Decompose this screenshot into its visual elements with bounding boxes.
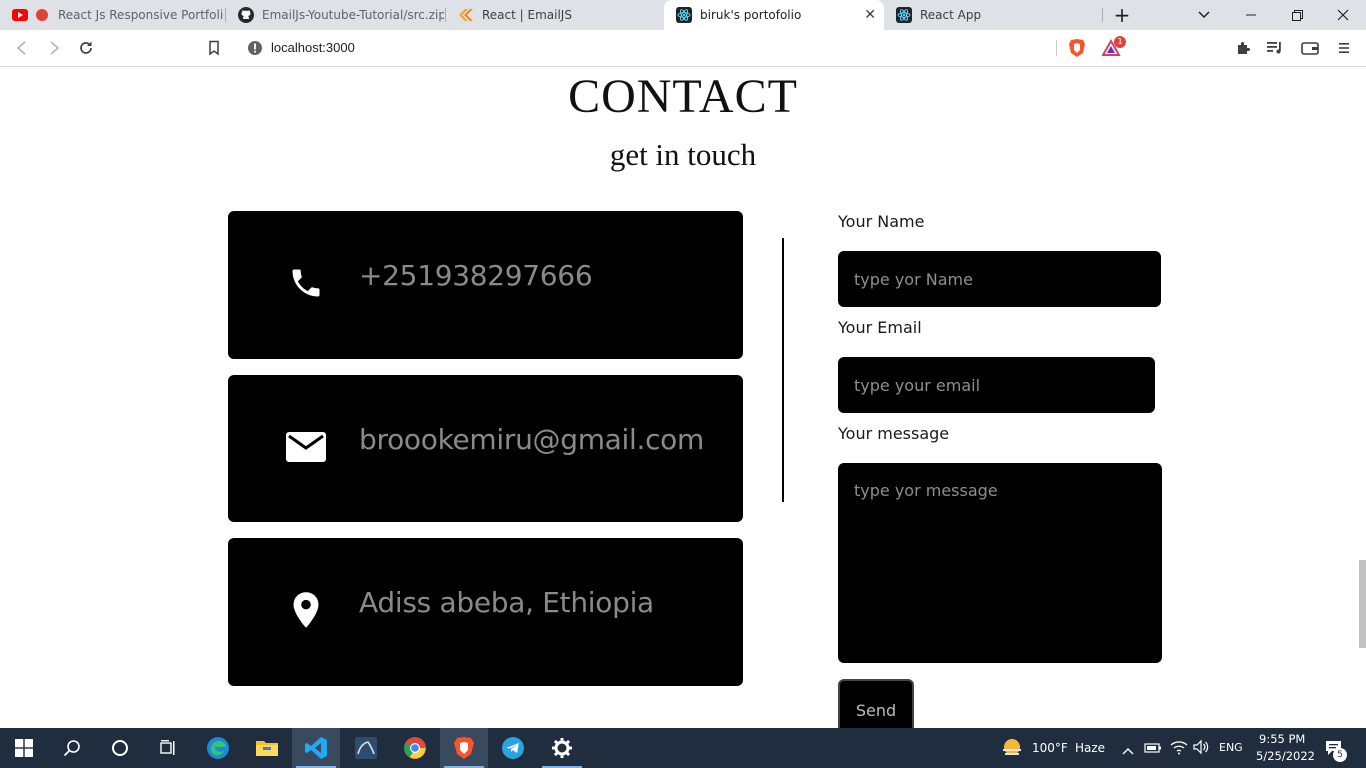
tab-react-portfolio[interactable]: React Js Responsive Portfolio w <box>0 0 224 30</box>
clock-time[interactable]: 9:55 PM <box>1259 732 1305 746</box>
brave-shields-icon[interactable] <box>1068 38 1086 62</box>
file-explorer-taskbar-icon[interactable] <box>243 728 291 768</box>
github-icon <box>238 7 254 23</box>
bookmark-button[interactable] <box>202 36 226 60</box>
edge-taskbar-icon[interactable] <box>194 728 242 768</box>
chevron-up-icon[interactable] <box>1122 741 1134 760</box>
new-tab-button[interactable]: + <box>1108 3 1136 27</box>
search-button[interactable] <box>48 728 96 768</box>
browser-menu-button[interactable] <box>1332 36 1356 60</box>
vertical-divider <box>782 238 784 502</box>
address-bar[interactable]: localhost:3000 1 <box>236 34 1132 62</box>
email-card: broookemiru@gmail.com <box>228 375 743 522</box>
reload-button[interactable] <box>74 36 98 60</box>
hamburger-menu-icon <box>1339 43 1349 53</box>
clock-date[interactable]: 5/25/2022 <box>1256 749 1315 763</box>
site-info-icon[interactable] <box>247 40 263 60</box>
minimize-button[interactable] <box>1228 0 1274 30</box>
playlist-icon <box>1267 42 1281 54</box>
forward-arrow-icon <box>50 41 60 55</box>
tab-github-emailjs[interactable]: EmailJs-Youtube-Tutorial/src.zip at <box>226 0 444 30</box>
extensions-button[interactable] <box>1232 36 1256 60</box>
search-icon <box>63 740 80 757</box>
task-view-icon <box>160 740 175 755</box>
task-view-button[interactable] <box>144 728 192 768</box>
youtube-icon <box>12 7 28 23</box>
windows-logo-icon <box>15 739 33 757</box>
react-icon <box>896 7 912 23</box>
name-input[interactable] <box>838 251 1161 307</box>
input-language[interactable]: ENG <box>1219 741 1243 754</box>
tab-separator <box>1102 8 1103 22</box>
gear-icon <box>552 738 572 758</box>
tab-title: React Js Responsive Portfolio w <box>58 8 224 22</box>
phone-number[interactable]: +251938297666 <box>359 259 593 292</box>
page-viewport: CONTACT get in touch +251938297666 brooo… <box>0 67 1366 728</box>
tab-biruks-portfolio[interactable]: biruk's portofolio ✕ <box>664 0 884 30</box>
wifi-icon[interactable] <box>1170 739 1188 759</box>
browser-tab-strip: React Js Responsive Portfolio w EmailJs-… <box>0 0 1366 30</box>
weather-temperature[interactable]: 100°F <box>1032 741 1068 755</box>
battery-icon[interactable] <box>1144 740 1162 759</box>
wallet-icon <box>1301 42 1319 55</box>
react-icon <box>676 7 692 23</box>
tab-react-app[interactable]: React App <box>884 0 1102 30</box>
notification-count-badge: 5 <box>1333 748 1347 762</box>
cortana-circle-icon <box>112 740 128 756</box>
contact-subtitle: get in touch <box>609 137 757 172</box>
chrome-taskbar-icon[interactable] <box>391 728 439 768</box>
reload-icon <box>80 41 92 54</box>
message-label: Your message <box>838 424 950 443</box>
mysql-workbench-taskbar-icon[interactable] <box>342 728 390 768</box>
tab-title: biruk's portofolio <box>700 8 802 22</box>
start-button[interactable] <box>0 728 48 768</box>
settings-taskbar-icon[interactable] <box>538 728 586 768</box>
back-button[interactable] <box>10 36 34 60</box>
tab-title: React | EmailJS <box>482 8 572 22</box>
puzzle-icon <box>1238 42 1250 54</box>
media-controls-button[interactable] <box>1263 36 1287 60</box>
name-label: Your Name <box>838 212 925 231</box>
email-address[interactable]: broookemiru@gmail.com <box>359 423 704 456</box>
rewards-badge: 1 <box>1114 36 1126 48</box>
location-text: Adiss abeba, Ethiopia <box>359 586 654 619</box>
close-tab-icon[interactable]: ✕ <box>864 7 876 23</box>
mail-icon <box>286 427 326 467</box>
weather-description[interactable]: Haze <box>1075 741 1105 755</box>
location-card: Adiss abeba, Ethiopia <box>228 538 743 686</box>
phone-icon <box>286 263 326 303</box>
volume-icon[interactable] <box>1192 739 1210 759</box>
windows-taskbar: 100°F Haze ENG 9:55 PM 5/25/2022 5 <box>0 728 1366 768</box>
restore-button[interactable] <box>1274 0 1320 30</box>
back-arrow-icon <box>16 41 26 55</box>
telegram-taskbar-icon[interactable] <box>489 728 537 768</box>
cortana-button[interactable] <box>96 728 144 768</box>
contact-title: CONTACT <box>568 70 798 123</box>
chevron-down-icon <box>1198 11 1210 19</box>
message-textarea[interactable] <box>838 463 1162 663</box>
recording-dot-icon <box>34 7 50 23</box>
browser-toolbar: localhost:3000 1 <box>0 30 1366 67</box>
location-pin-icon <box>286 590 326 630</box>
url-text[interactable]: localhost:3000 <box>271 40 355 55</box>
weather-haze-icon[interactable] <box>1001 737 1023 763</box>
emailjs-icon <box>458 7 474 23</box>
tab-react-emailjs[interactable]: React | EmailJS <box>446 0 664 30</box>
phone-card: +251938297666 <box>228 211 743 359</box>
tab-search-button[interactable] <box>1192 5 1216 25</box>
email-input[interactable] <box>838 357 1155 413</box>
tab-title: React App <box>920 8 982 22</box>
bookmark-icon <box>209 40 219 56</box>
page-scrollbar-thumb[interactable] <box>1359 560 1366 648</box>
forward-button[interactable] <box>42 36 66 60</box>
close-window-button[interactable] <box>1320 0 1366 30</box>
brave-taskbar-icon[interactable] <box>440 728 488 768</box>
email-label: Your Email <box>838 318 922 337</box>
wallet-button[interactable] <box>1298 36 1322 60</box>
tab-title: EmailJs-Youtube-Tutorial/src.zip at <box>262 8 444 22</box>
send-button[interactable]: Send <box>838 679 914 728</box>
omnibox-separator <box>1056 40 1057 56</box>
vscode-taskbar-icon[interactable] <box>292 728 340 768</box>
